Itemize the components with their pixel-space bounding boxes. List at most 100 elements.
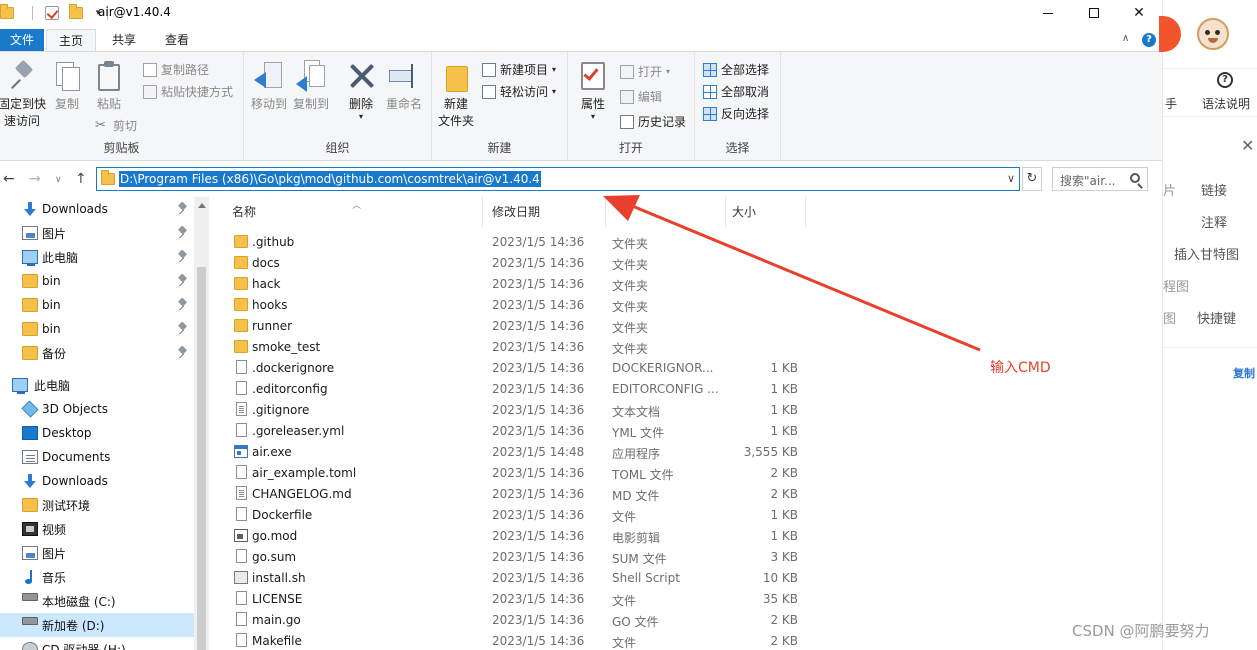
forward-arrow-icon[interactable]: → [29, 171, 41, 187]
file-row[interactable]: LICENSE 2023/1/5 14:36 文件 35 KB [210, 588, 1162, 609]
toolbar-item-comment[interactable]: 注释 [1201, 212, 1227, 231]
nav-item[interactable]: bin [0, 269, 194, 293]
toolbar-item-partial[interactable]: 图 [1163, 308, 1176, 327]
nav-item[interactable]: 本地磁盘 (C:) [0, 589, 194, 613]
help-icon[interactable]: ? [1142, 33, 1156, 47]
file-row[interactable]: smoke_test 2023/1/5 14:36 文件夹 [210, 336, 1162, 357]
file-row[interactable]: air.exe 2023/1/5 14:48 应用程序 3,555 KB [210, 441, 1162, 462]
column-header-modified[interactable]: 修改日期 [492, 203, 540, 220]
refresh-button[interactable]: ↻ [1022, 167, 1042, 191]
address-dropdown-chevron-icon[interactable]: ∨ [1007, 172, 1015, 185]
paste-shortcut-button[interactable]: 粘贴快捷方式 [143, 83, 233, 101]
edit-button[interactable]: 编辑 [620, 88, 662, 106]
tab-view[interactable]: 查看 [152, 29, 202, 51]
file-row[interactable]: air_example.toml 2023/1/5 14:36 TOML 文件 2 K… [210, 462, 1162, 483]
nav-item[interactable]: 3D Objects [0, 397, 194, 421]
rename-button[interactable]: 重命名 [380, 60, 428, 113]
nav-item[interactable]: Documents [0, 445, 194, 469]
toolbar-item-link[interactable]: 链接 [1201, 180, 1227, 199]
nav-item[interactable]: 此电脑 [0, 373, 194, 397]
close-button[interactable]: ✕ [1116, 0, 1162, 26]
notification-badge[interactable] [1159, 16, 1181, 52]
column-divider[interactable] [605, 197, 606, 227]
question-mark-icon[interactable]: ? [1217, 72, 1233, 88]
tab-share[interactable]: 共享 [100, 29, 148, 51]
history-button[interactable]: 历史记录 [620, 113, 686, 131]
paste-button[interactable]: 粘贴 [86, 60, 132, 113]
toolbar-item-gantt[interactable]: 插入甘特图 [1174, 244, 1239, 263]
maximize-button[interactable] [1071, 0, 1117, 26]
toolbar-item-partial-flowchart[interactable]: 程图 [1163, 276, 1189, 295]
search-icon[interactable] [1130, 173, 1140, 183]
nav-scrollbar[interactable] [194, 197, 208, 650]
open-button[interactable]: 打开 ▾ [620, 63, 670, 81]
close-icon[interactable]: ✕ [1241, 136, 1254, 155]
back-arrow-icon[interactable]: ← [3, 171, 15, 187]
new-folder-button[interactable]: 新建 文件夹 [432, 60, 480, 130]
file-row[interactable]: .github 2023/1/5 14:36 文件夹 [210, 231, 1162, 252]
new-folder-icon[interactable] [69, 4, 83, 19]
file-row[interactable]: go.sum 2023/1/5 14:36 SUM 文件 3 KB [210, 546, 1162, 567]
column-header-size[interactable]: 大小 [732, 203, 756, 220]
copy-button[interactable]: 复制 [44, 60, 90, 113]
column-divider[interactable] [482, 197, 483, 227]
tab-home[interactable]: 主页 [46, 29, 96, 51]
scroll-thumb[interactable] [197, 267, 206, 650]
move-to-button[interactable]: 移动到 [246, 60, 292, 113]
nav-item[interactable]: Downloads [0, 469, 194, 493]
nav-item[interactable]: 图片 [0, 221, 194, 245]
file-row[interactable]: .editorconfig 2023/1/5 14:36 EDITORCONFIG … [210, 378, 1162, 399]
easy-access-button[interactable]: 轻松访问 ▾ [482, 83, 556, 101]
properties-check-icon[interactable] [45, 6, 59, 20]
nav-item[interactable]: 新加卷 (D:) [0, 613, 194, 637]
address-path[interactable]: D:\Program Files (x86)\Go\pkg\mod\github… [119, 171, 541, 187]
copy-to-button[interactable]: 复制到 [288, 60, 334, 113]
nav-item[interactable]: CD 驱动器 (H:) [0, 637, 194, 650]
copy-link[interactable]: 复制 [1233, 365, 1255, 381]
syntax-help-label[interactable]: 语法说明 [1202, 95, 1250, 112]
cut-button[interactable]: ✂ 剪切 [95, 117, 137, 135]
invert-selection-button[interactable]: 反向选择 [703, 105, 769, 123]
file-row[interactable]: CHANGELOG.md 2023/1/5 14:36 MD 文件 2 KB [210, 483, 1162, 504]
select-all-button[interactable]: 全部选择 [703, 61, 769, 79]
column-header-name[interactable]: 名称 [232, 203, 256, 220]
pin-to-quick-access-button[interactable]: 固定到快 速访问 [0, 59, 47, 130]
address-bar[interactable]: D:\Program Files (x86)\Go\pkg\mod\github… [96, 167, 1020, 191]
file-row[interactable]: .gitignore 2023/1/5 14:36 文本文档 1 KB [210, 399, 1162, 420]
nav-item[interactable]: Desktop [0, 421, 194, 445]
toolbar-item-shortcuts[interactable]: 快捷键 [1197, 308, 1236, 327]
nav-item[interactable]: 视频 [0, 517, 194, 541]
delete-button[interactable]: 删除 ▾ [338, 60, 384, 121]
file-row[interactable]: hooks 2023/1/5 14:36 文件夹 [210, 294, 1162, 315]
column-divider[interactable] [725, 197, 726, 227]
recent-locations-chevron-icon[interactable]: ∨ [55, 175, 62, 185]
file-row[interactable]: go.mod 2023/1/5 14:36 电影剪辑 1 KB [210, 525, 1162, 546]
delete-dropdown-icon[interactable]: ▾ [338, 113, 384, 121]
file-row[interactable]: main.go 2023/1/5 14:36 GO 文件 2 KB [210, 609, 1162, 630]
nav-item[interactable]: Downloads [0, 197, 194, 221]
nav-item[interactable]: 此电脑 [0, 245, 194, 269]
select-none-button[interactable]: 全部取消 [703, 83, 769, 101]
file-row[interactable]: .goreleaser.yml 2023/1/5 14:36 YML 文件 1 KB [210, 420, 1162, 441]
file-row[interactable]: docs 2023/1/5 14:36 文件夹 [210, 252, 1162, 273]
file-row[interactable]: Dockerfile 2023/1/5 14:36 文件 1 KB [210, 504, 1162, 525]
nav-item[interactable]: 测试环境 [0, 493, 194, 517]
up-arrow-icon[interactable]: ↑ [75, 171, 87, 187]
toolbar-item-partial-image[interactable]: 片 [1163, 180, 1176, 199]
nav-item[interactable]: bin [0, 317, 194, 341]
nav-item[interactable]: 备份 [0, 341, 194, 365]
nav-item[interactable]: 图片 [0, 541, 194, 565]
collapse-ribbon-chevron-icon[interactable]: ∧ [1122, 33, 1129, 44]
scroll-up-arrow-icon[interactable] [198, 203, 206, 208]
tab-file[interactable]: 文件 [0, 29, 44, 51]
nav-item[interactable]: 音乐 [0, 565, 194, 589]
properties-dropdown-icon[interactable]: ▾ [570, 113, 616, 121]
minimize-button[interactable] [1025, 0, 1071, 26]
properties-button[interactable]: 属性 ▾ [570, 60, 616, 121]
avatar[interactable] [1197, 18, 1229, 50]
copy-path-button[interactable]: 复制路径 [143, 61, 209, 79]
file-row[interactable]: Makefile 2023/1/5 14:36 文件 2 KB [210, 630, 1162, 650]
new-item-button[interactable]: 新建项目 ▾ [482, 61, 556, 79]
nav-item[interactable]: bin [0, 293, 194, 317]
file-row[interactable]: install.sh 2023/1/5 14:36 Shell Script 10 K… [210, 567, 1162, 588]
